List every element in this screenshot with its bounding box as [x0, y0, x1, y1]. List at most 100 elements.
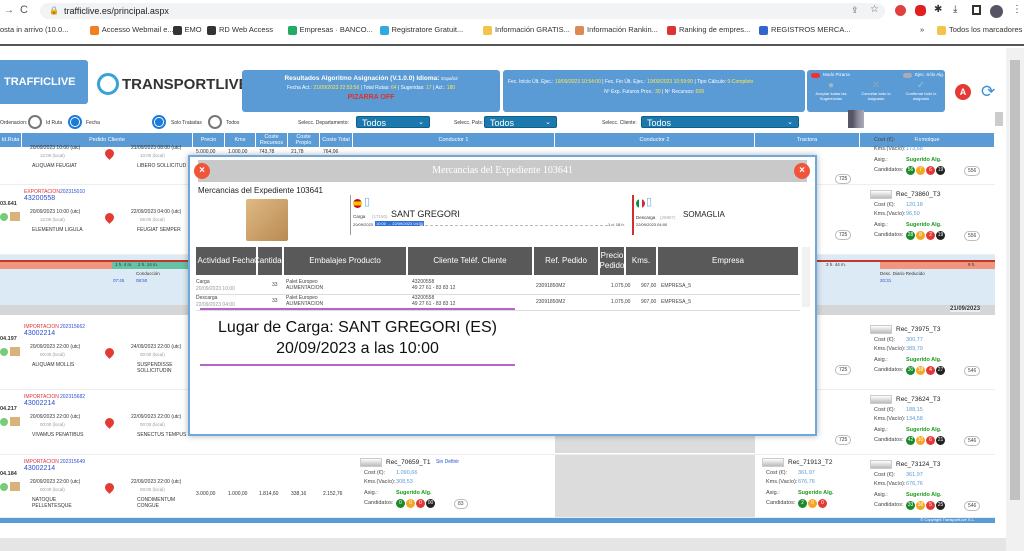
box-icon[interactable] — [10, 482, 20, 491]
candidate-badge[interactable]: 30 — [906, 366, 915, 375]
candidate-badge[interactable]: 33 — [906, 501, 915, 510]
tractora-card[interactable]: Rec_71913_T2 Cost (€): 361,97 Kms.(Vacío): 6… — [760, 458, 860, 518]
modal-column-header[interactable]: Cantidad — [254, 247, 286, 275]
remolque-card[interactable]: Rec_73624_T3 Cost (€): 188,15 Kms.(Vacío): 1… — [868, 395, 993, 455]
table-scrollbar[interactable] — [802, 247, 810, 307]
order-number[interactable]: 43002214 — [24, 400, 55, 407]
status-check-icon[interactable] — [0, 213, 8, 221]
candidate-badge[interactable]: 27 — [936, 366, 945, 375]
candidate-badge[interactable]: 6 — [926, 436, 935, 445]
candidate-badge[interactable]: 38 — [916, 366, 925, 375]
candidate-badge[interactable]: 2 — [798, 499, 807, 508]
candidate-badge[interactable]: 10 — [916, 436, 925, 445]
close-icon[interactable]: × — [194, 163, 210, 179]
modal-column-header[interactable]: Embalajes Producto — [284, 247, 408, 275]
order-number[interactable]: 43200558 — [24, 195, 55, 202]
column-header[interactable]: Precio — [193, 133, 225, 147]
count-pill[interactable]: 725 — [835, 230, 852, 240]
candidate-badge[interactable]: 8 — [916, 231, 925, 240]
count-pill[interactable]: 546 — [964, 366, 981, 376]
radio-solo-tratadas[interactable] — [152, 115, 166, 129]
order-number[interactable]: 43002214 — [24, 465, 55, 472]
trafficlive-logo[interactable]: TRAFFICLIVE — [0, 60, 88, 104]
remolque-card[interactable]: Rec_73860_T3 Cost (€): 120,18 Kms.(Vacío): 9… — [868, 190, 993, 250]
scrollbar-thumb[interactable] — [1010, 60, 1020, 500]
count-pill[interactable]: 83 — [454, 499, 468, 509]
count-pill[interactable]: 556 — [964, 231, 981, 241]
modal-column-header[interactable]: Empresa — [658, 247, 800, 275]
candidate-badge[interactable]: 5 — [926, 501, 935, 510]
column-header[interactable]: Conductor 1 — [353, 133, 555, 147]
candidate-badge[interactable]: 0 — [416, 499, 425, 508]
download-icon[interactable]: ⤓ — [953, 4, 957, 15]
opera-icon[interactable] — [915, 5, 926, 16]
count-pill[interactable]: 725 — [835, 174, 852, 184]
cancel-all-button[interactable]: ✕ Cancelar todo lo Asignado — [854, 80, 898, 101]
count-pill[interactable]: 556 — [964, 166, 981, 176]
address-bar[interactable]: 🔒 trafficlive.es/principal.aspx — [40, 3, 885, 19]
departamento-select[interactable]: Todos ⌄ — [356, 116, 430, 128]
candidate-badge[interactable]: 00 — [426, 499, 435, 508]
modal-column-header[interactable]: Ref. Pedido — [534, 247, 600, 275]
column-header[interactable]: Coste Propio — [288, 133, 320, 147]
candidate-badge[interactable]: 19 — [936, 166, 945, 175]
count-pill[interactable]: 546 — [964, 501, 981, 511]
column-header[interactable]: Kms — [225, 133, 256, 147]
modal-column-header[interactable]: Cliente Teléf. Cliente — [408, 247, 534, 275]
column-header[interactable]: Coste Recursos — [256, 133, 288, 147]
box-icon[interactable] — [10, 417, 20, 426]
candidate-badge[interactable]: 0 — [808, 499, 817, 508]
sidepanel-icon[interactable] — [972, 5, 981, 15]
radio-fecha[interactable] — [68, 115, 82, 129]
bookmark-item[interactable]: Registratore Gratuit... — [379, 25, 463, 35]
candidate-badge[interactable]: 21 — [936, 436, 945, 445]
remolque-card[interactable]: Rec_73124_T3 Cost (€): 361,97 Kms.(Vacío): 6… — [868, 460, 993, 520]
count-pill[interactable]: 725 — [835, 435, 852, 445]
candidate-badge[interactable]: 56 — [906, 166, 915, 175]
status-check-icon[interactable] — [0, 418, 8, 426]
column-header[interactable]: Tractora — [755, 133, 860, 147]
order-number[interactable]: 43002214 — [24, 330, 55, 337]
pais-select[interactable]: Todos ⌄ — [484, 116, 557, 128]
candidate-badge[interactable]: 7 — [916, 166, 925, 175]
share-icon[interactable]: ⇪ — [851, 5, 859, 16]
status-check-icon[interactable] — [0, 348, 8, 356]
modo-pizarra-toggle[interactable] — [811, 73, 820, 78]
reload-icon[interactable]: C — [20, 4, 28, 16]
extension-icon[interactable] — [895, 5, 906, 16]
candidate-badge[interactable]: 0 — [818, 499, 827, 508]
bookmark-item[interactable]: osta in arrivo (10.0... — [0, 25, 68, 34]
bookmark-item[interactable]: EMO — [172, 25, 202, 35]
cliente-select[interactable]: Todos ⌄ — [641, 116, 799, 128]
modal-column-header[interactable]: Actividad Fecha — [196, 247, 258, 275]
column-header[interactable]: Id.Ruta — [0, 133, 22, 147]
puzzle-icon[interactable]: ✱ — [934, 4, 942, 15]
accept-all-button[interactable]: ● Aceptar todas las Sugerencias — [809, 80, 853, 101]
candidate-badge[interactable]: 25 — [936, 501, 945, 510]
column-header[interactable]: Conductor 2 — [555, 133, 755, 147]
ejec-toggle[interactable] — [903, 73, 912, 78]
all-bookmarks[interactable]: Todos los marcadores — [937, 25, 1022, 35]
route-pin-icon[interactable] — [103, 481, 116, 494]
bookmark-item[interactable]: Accesso Webmail e... — [89, 25, 174, 35]
radio-id-ruta[interactable] — [28, 115, 42, 129]
candidate-badge[interactable]: 2 — [926, 231, 935, 240]
star-icon[interactable]: ☆ — [870, 4, 879, 15]
candidate-badge[interactable]: 19 — [936, 231, 945, 240]
bookmark-item[interactable]: REGISTROS MERCA... — [759, 25, 851, 35]
bookmark-item[interactable]: Información GRATIS... — [483, 25, 570, 35]
column-header[interactable]: Coste Total — [320, 133, 353, 147]
candidate-badge[interactable]: 28 — [906, 231, 915, 240]
box-icon[interactable] — [10, 212, 20, 221]
route-pin-icon[interactable] — [103, 211, 116, 224]
drivers-icon[interactable] — [848, 110, 864, 128]
candidate-badge[interactable]: 38 — [916, 501, 925, 510]
confirm-all-button[interactable]: ✓ Confirmar todo lo asignado — [899, 80, 943, 101]
candidate-badge[interactable]: 42 — [906, 436, 915, 445]
candidate-badge[interactable]: 4 — [926, 366, 935, 375]
refresh-icon[interactable]: ⟳ — [981, 82, 995, 102]
bookmark-item[interactable]: Empresas · BANCO... — [287, 25, 373, 35]
modal-column-header[interactable]: Precio Pedido — [600, 247, 626, 275]
count-pill[interactable]: 725 — [835, 365, 852, 375]
route-pin-icon[interactable] — [103, 416, 116, 429]
